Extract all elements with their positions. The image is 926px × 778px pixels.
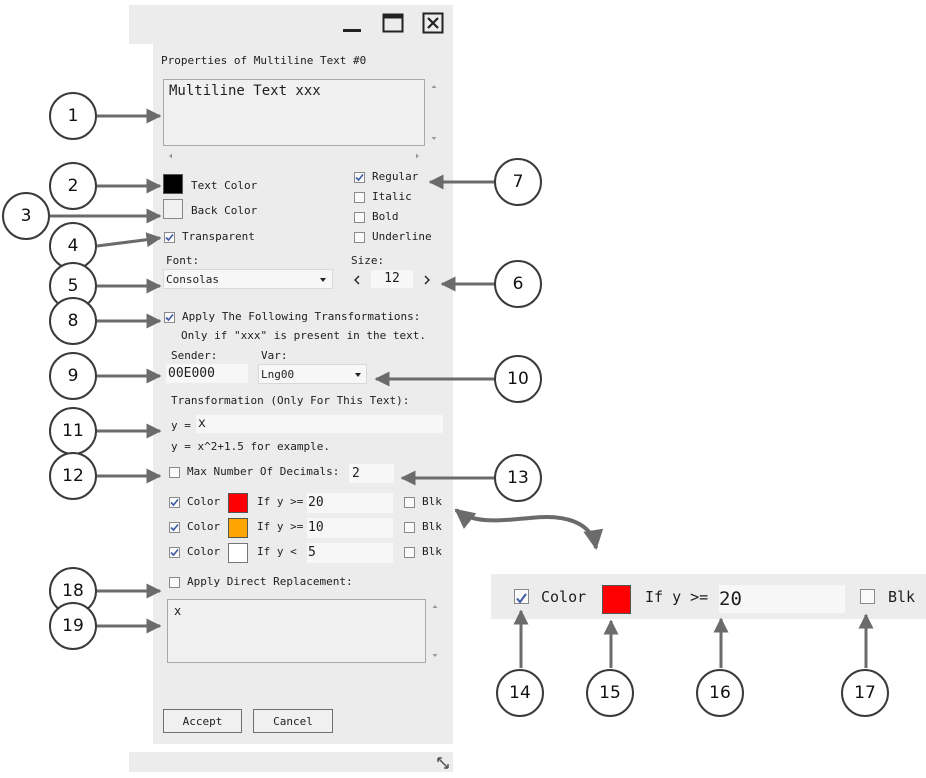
- callout-14: 14: [496, 669, 544, 717]
- callout-7: 7: [494, 158, 542, 206]
- callout-16: 16: [696, 669, 744, 717]
- callout-19: 19: [49, 602, 97, 650]
- callout-11: 11: [49, 407, 97, 455]
- callout-arrows: [50, 108, 874, 668]
- callout-10: 10: [494, 355, 542, 403]
- callout-8: 8: [49, 297, 97, 345]
- callout-17: 17: [841, 669, 889, 717]
- callout-15: 15: [586, 669, 634, 717]
- callout-3: 3: [2, 192, 50, 240]
- callout-9: 9: [49, 352, 97, 400]
- callout-2: 2: [49, 162, 97, 210]
- callout-1: 1: [49, 92, 97, 140]
- callout-12: 12: [49, 452, 97, 500]
- callout-13: 13: [494, 454, 542, 502]
- callout-6: 6: [494, 260, 542, 308]
